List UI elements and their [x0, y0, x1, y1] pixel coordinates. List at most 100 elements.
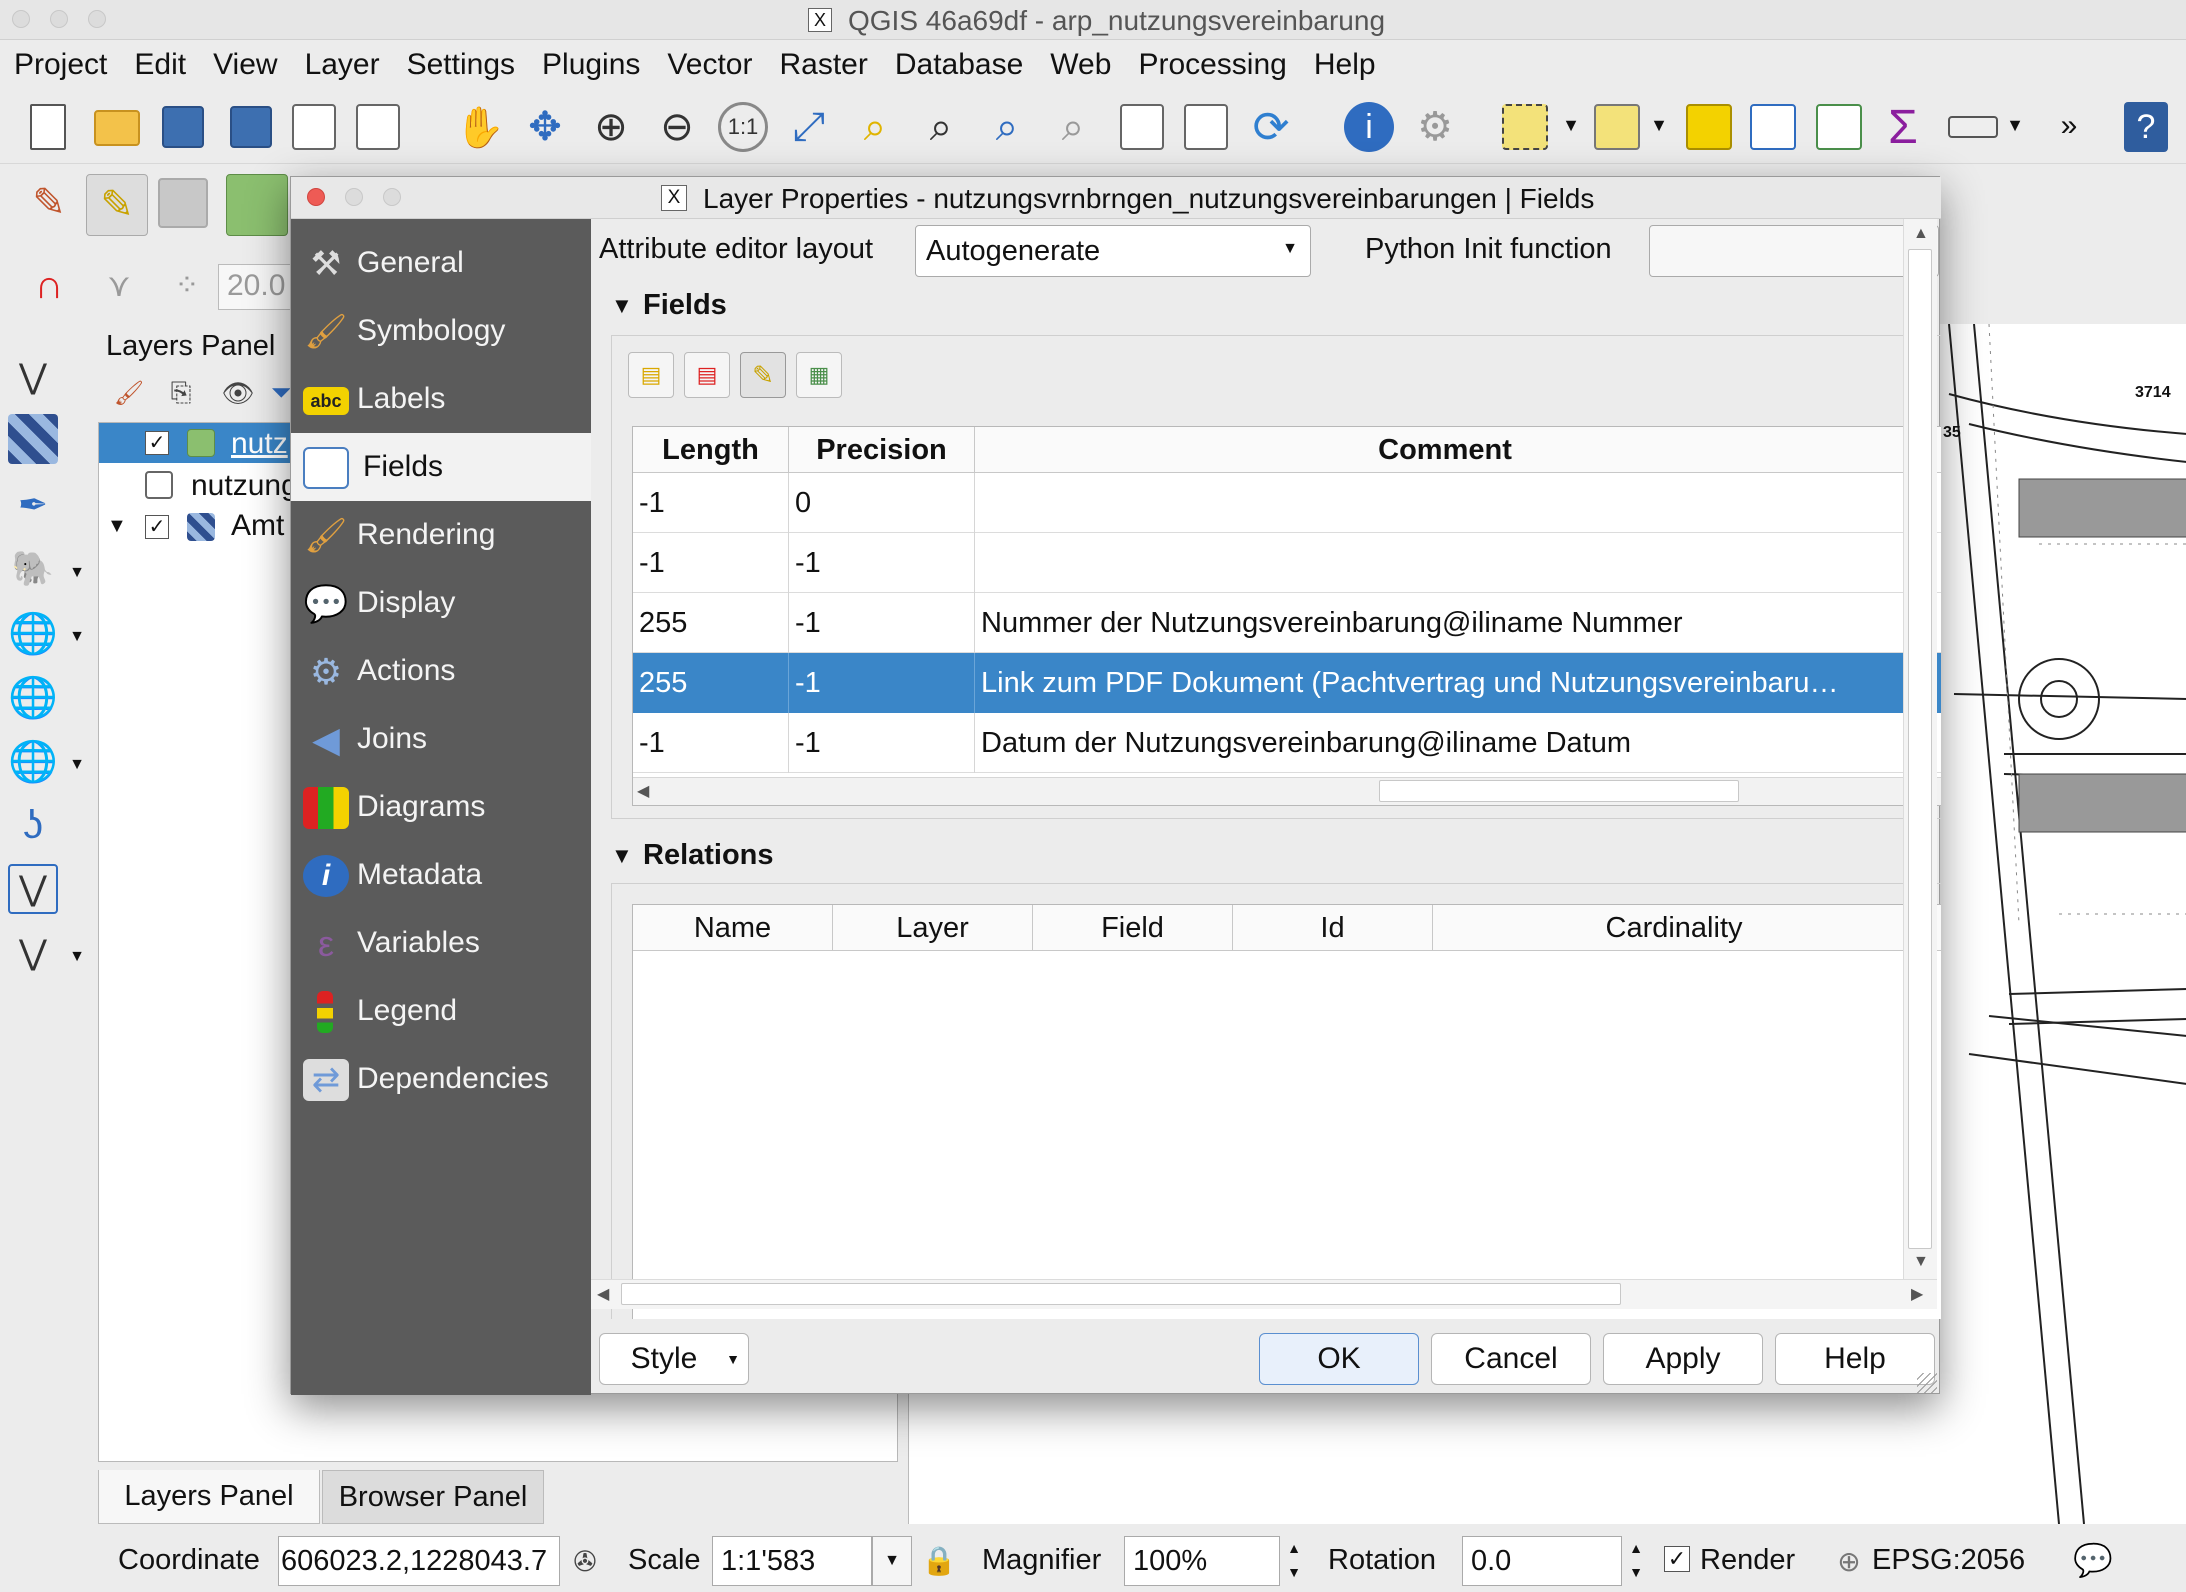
layer-name-amt[interactable]: Amt	[231, 509, 284, 543]
rotation-spinbox[interactable]: 0.0	[1462, 1536, 1622, 1586]
dialog-minimize-button[interactable]	[345, 188, 363, 206]
column-header-id[interactable]: Id	[1233, 905, 1433, 951]
sidebar-item-symbology[interactable]: 🖌 Symbology	[291, 297, 591, 365]
minimize-button[interactable]	[50, 10, 68, 28]
zoom-last-icon[interactable]: ⌕	[982, 102, 1032, 152]
save-edits-icon[interactable]	[158, 178, 208, 228]
table-row[interactable]: 255 -1 Nummer der Nutzungsvereinbarung@i…	[633, 593, 1941, 653]
run-action-icon[interactable]: ⚙	[1410, 102, 1460, 152]
add-feature-icon[interactable]	[226, 174, 288, 236]
sidebar-item-variables[interactable]: ε Variables	[291, 909, 591, 977]
eye-icon[interactable]: 👁	[216, 376, 260, 410]
menu-processing[interactable]: Processing	[1138, 48, 1286, 82]
coordinate-field[interactable]: 606023.2,1228043.7	[278, 1536, 560, 1586]
close-button[interactable]	[12, 10, 30, 28]
new-spatialite-icon[interactable]: ⋁	[8, 928, 58, 978]
delete-field-icon[interactable]: ▤	[684, 352, 730, 398]
apply-button[interactable]: Apply	[1603, 1333, 1763, 1385]
scale-combobox[interactable]: 1:1'583	[712, 1536, 872, 1586]
sidebar-item-rendering[interactable]: 🖌 Rendering	[291, 501, 591, 569]
python-init-combobox[interactable]	[1649, 225, 1939, 277]
zoom-full-icon[interactable]: ⤢	[784, 102, 834, 152]
layer-name-nutz[interactable]: nutz	[231, 427, 288, 461]
new-bookmark-icon[interactable]	[1184, 104, 1228, 150]
spinbox-arrows-icon[interactable]: ▲ ▼	[1280, 1536, 1308, 1586]
sidebar-item-display[interactable]: 💬 Display	[291, 569, 591, 637]
menu-settings[interactable]: Settings	[407, 48, 515, 82]
zoom-in-icon[interactable]: ⊕	[586, 102, 636, 152]
cell-comment[interactable]: Link zum PDF Dokument (Pachtvertrag und …	[975, 653, 1915, 713]
sidebar-item-fields[interactable]: Fields	[291, 433, 591, 501]
table-row[interactable]: -1 -1 Datum der Nutzungsvereinbarung@ili…	[633, 713, 1941, 773]
layer-name-nutzung[interactable]: nutzung	[191, 469, 298, 503]
chevron-down-icon[interactable]: ▼	[1648, 114, 1670, 136]
spinbox-arrows-icon[interactable]: ▲ ▼	[1622, 1536, 1650, 1586]
zoom-native-icon[interactable]: 1:1	[718, 102, 768, 152]
pan-to-selection-icon[interactable]: ✥	[522, 104, 568, 150]
attr-layout-combobox[interactable]: Autogenerate ▼	[915, 225, 1311, 277]
column-header-cardinality[interactable]: Cardinality	[1433, 905, 1915, 951]
cell-precision[interactable]: -1	[789, 653, 975, 713]
add-wcs-layer-icon[interactable]: 🌐	[8, 736, 58, 786]
menu-layer[interactable]: Layer	[305, 48, 380, 82]
snapping-tolerance-input[interactable]: 20.0	[218, 264, 298, 310]
menu-plugins[interactable]: Plugins	[542, 48, 640, 82]
layer-checkbox[interactable]: ✓	[145, 515, 169, 539]
sidebar-item-actions[interactable]: ⚙ Actions	[291, 637, 591, 705]
menu-project[interactable]: Project	[14, 48, 107, 82]
page-vscrollbar[interactable]: ▲ ▼	[1903, 219, 1937, 1279]
paintbrush-icon[interactable]: 🖌	[112, 376, 146, 410]
zoom-to-selection-icon[interactable]: ⌕	[850, 102, 900, 152]
render-checkbox[interactable]: ✓	[1664, 1546, 1690, 1572]
style-button[interactable]: Style ▼	[599, 1333, 749, 1385]
layer-checkbox[interactable]: ✓	[145, 431, 169, 455]
scroll-left-arrow-icon[interactable]: ◀	[597, 1284, 609, 1304]
table-row[interactable]: -1 0	[633, 473, 1941, 533]
measure-icon[interactable]	[1948, 116, 1998, 138]
sidebar-item-diagrams[interactable]: Diagrams	[291, 773, 591, 841]
sidebar-item-labels[interactable]: abc Labels	[291, 365, 591, 433]
menu-database[interactable]: Database	[895, 48, 1023, 82]
snapping-magnet-icon[interactable]: ∩	[26, 262, 72, 308]
add-postgis-layer-icon[interactable]: 🐘	[8, 544, 58, 594]
cell-length[interactable]: -1	[633, 473, 789, 533]
chevron-down-icon[interactable]: ▼	[66, 946, 88, 968]
cell-comment[interactable]: Datum der Nutzungsvereinbarung@iliname D…	[975, 713, 1915, 773]
menu-edit[interactable]: Edit	[134, 48, 186, 82]
menu-raster[interactable]: Raster	[779, 48, 867, 82]
ok-button[interactable]: OK	[1259, 1333, 1419, 1385]
column-header-comment[interactable]: Comment	[975, 427, 1915, 473]
menu-vector[interactable]: Vector	[667, 48, 752, 82]
dialog-close-button[interactable]	[307, 188, 325, 206]
cancel-button[interactable]: Cancel	[1431, 1333, 1591, 1385]
new-project-icon[interactable]	[30, 104, 66, 150]
zoom-to-layer-icon[interactable]: ⌕	[916, 102, 966, 152]
new-map-view-icon[interactable]	[1120, 104, 1164, 150]
open-project-icon[interactable]	[94, 110, 140, 146]
chevron-down-icon[interactable]: ▼	[2004, 114, 2026, 136]
scroll-down-arrow-icon[interactable]: ▼	[1913, 1253, 1929, 1271]
add-vector-layer-icon[interactable]: ⋁	[8, 352, 58, 402]
toggle-editing-icon[interactable]: ✎	[86, 174, 148, 236]
sidebar-item-legend[interactable]: Legend	[291, 977, 591, 1045]
scroll-left-arrow-icon[interactable]: ◀	[637, 781, 649, 801]
chevron-down-icon[interactable]: ▼	[66, 626, 88, 648]
column-header-precision[interactable]: Precision	[789, 427, 975, 473]
magnifier-spinbox[interactable]: 100%	[1124, 1536, 1280, 1586]
tab-layers-panel[interactable]: Layers Panel	[98, 1470, 320, 1524]
sidebar-item-general[interactable]: ⚒ General	[291, 229, 591, 297]
column-header-field[interactable]: Field	[1033, 905, 1233, 951]
cell-precision[interactable]: -1	[789, 713, 975, 773]
menu-view[interactable]: View	[213, 48, 277, 82]
save-project-icon[interactable]	[162, 106, 204, 148]
whats-this-help-icon[interactable]: ?	[2124, 102, 2168, 152]
column-header-name[interactable]: Name	[633, 905, 833, 951]
resize-grip-icon[interactable]	[1917, 1373, 1937, 1393]
save-as-icon[interactable]	[230, 106, 272, 148]
expand-triangle-icon[interactable]: ▼	[107, 515, 127, 538]
current-edits-icon[interactable]: ✎	[24, 178, 74, 228]
column-header-layer[interactable]: Layer	[833, 905, 1033, 951]
cell-precision[interactable]: -1	[789, 593, 975, 653]
dialog-zoom-button[interactable]	[383, 188, 401, 206]
new-shapefile-icon[interactable]: ⋁	[8, 864, 58, 914]
